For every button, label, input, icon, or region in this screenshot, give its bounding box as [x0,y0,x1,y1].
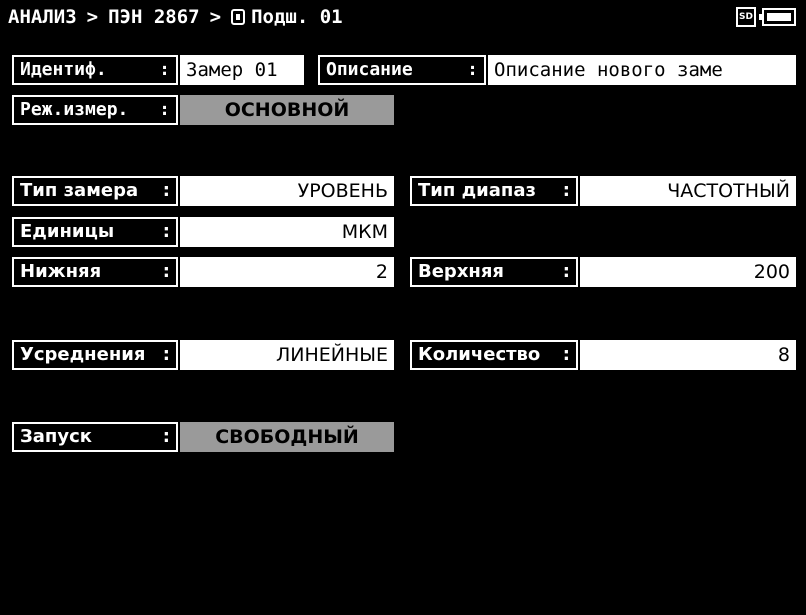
lock-icon [231,9,246,25]
ident-label: Идентиф.: [11,54,179,86]
range-type-label: Тип диапаз: [409,175,579,207]
trigger-field: СВОБОДНЫЙ [180,422,394,452]
breadcrumb-separator: > [86,6,99,28]
mode-label: Реж.измер.: [11,94,179,126]
lower-label: Нижняя: [11,256,179,288]
breadcrumb-machine[interactable]: ПЭН 2867 [108,4,200,30]
upper-label: Верхняя: [409,256,579,288]
meas-type-field[interactable]: УРОВЕНЬ [180,176,394,206]
status-icons: SD [736,6,796,28]
trigger-label: Запуск: [11,421,179,453]
breadcrumb-separator: > [209,6,222,28]
mode-field: ОСНОВНОЙ [180,95,394,125]
sd-card-icon: SD [736,7,756,27]
upper-field[interactable]: 200 [580,257,796,287]
count-field[interactable]: 8 [580,340,796,370]
battery-icon [759,8,796,26]
description-field[interactable]: Описание нового заме [488,55,796,85]
lower-field[interactable]: 2 [180,257,394,287]
units-label: Единицы: [11,216,179,248]
units-field[interactable]: МКМ [180,217,394,247]
breadcrumb-bearing[interactable]: Подш. 01 [251,4,343,30]
averaging-label: Усреднения: [11,339,179,371]
meas-type-label: Тип замера: [11,175,179,207]
count-label: Количество: [409,339,579,371]
breadcrumb: АНАЛИЗ > ПЭН 2867 > Подш. 01 [8,4,343,30]
ident-field[interactable]: Замер 01 [180,55,304,85]
averaging-field[interactable]: ЛИНЕЙНЫЕ [180,340,394,370]
description-label: Описание: [317,54,487,86]
range-type-field[interactable]: ЧАСТОТНЫЙ [580,176,796,206]
breadcrumb-analysis[interactable]: АНАЛИЗ [8,4,77,30]
